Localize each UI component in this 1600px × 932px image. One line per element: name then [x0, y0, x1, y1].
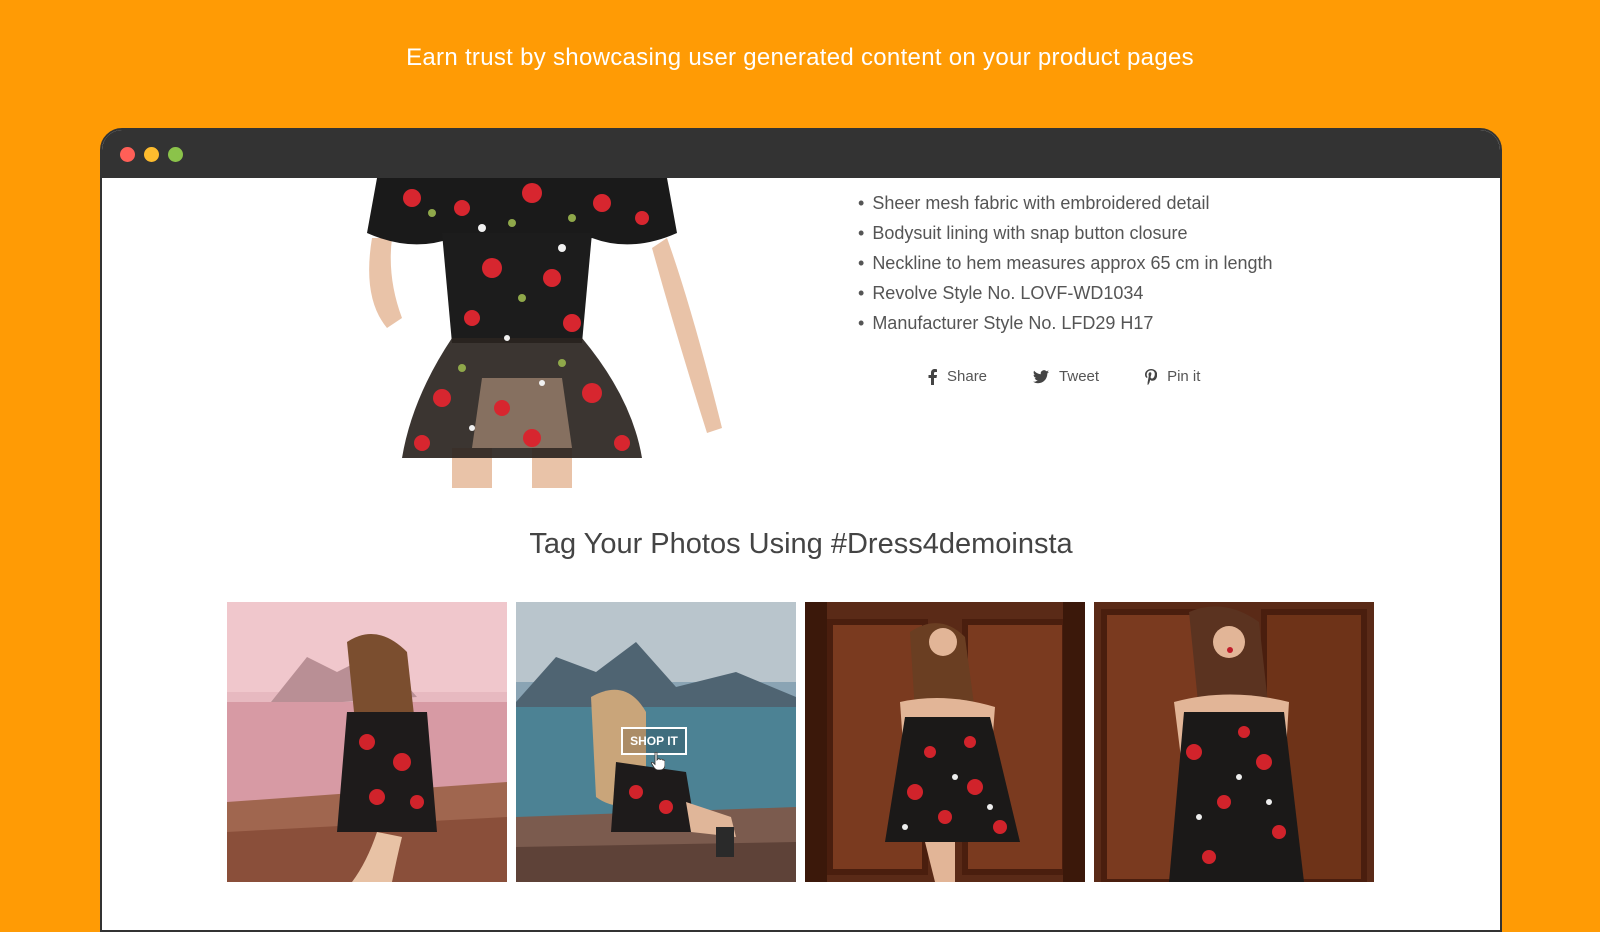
- ugc-gallery: SHOP IT: [227, 602, 1383, 882]
- detail-item: Sheer mesh fabric with embroidered detai…: [858, 188, 1273, 218]
- photo-image: [227, 602, 507, 882]
- social-share-row: Share Tweet Pin it: [928, 368, 1246, 385]
- facebook-icon: [928, 368, 937, 385]
- gallery-photo[interactable]: [227, 602, 507, 882]
- headline: Earn trust by showcasing user generated …: [406, 44, 1194, 71]
- gallery-photo[interactable]: [1094, 602, 1374, 882]
- browser-window: Sheer mesh fabric with embroidered detai…: [100, 128, 1502, 932]
- close-window-button[interactable]: [120, 146, 135, 162]
- share-twitter-button[interactable]: Tweet: [1033, 368, 1099, 385]
- product-image: [332, 178, 722, 488]
- gallery-title: Tag Your Photos Using #Dress4demoinsta: [529, 528, 1073, 560]
- detail-item: Bodysuit lining with snap button closure: [858, 218, 1273, 248]
- minimize-window-button[interactable]: [144, 146, 159, 162]
- page-content: Sheer mesh fabric with embroidered detai…: [102, 178, 1500, 930]
- detail-item: Revolve Style No. LOVF-WD1034: [858, 278, 1273, 308]
- twitter-icon: [1033, 369, 1050, 384]
- pinterest-icon: [1145, 368, 1158, 385]
- detail-item: Manufacturer Style No. LFD29 H17: [858, 308, 1273, 338]
- product-details-list: Sheer mesh fabric with embroidered detai…: [858, 188, 1273, 338]
- share-label: Pin it: [1167, 368, 1201, 385]
- photo-image: [805, 602, 1085, 882]
- share-label: Share: [947, 368, 988, 385]
- pointer-cursor-icon: [651, 752, 665, 770]
- detail-item: Neckline to hem measures approx 65 cm in…: [858, 248, 1272, 278]
- photo-image: [1094, 602, 1374, 882]
- shop-it-button[interactable]: SHOP IT: [621, 727, 687, 755]
- maximize-window-button[interactable]: [168, 146, 183, 162]
- share-label: Tweet: [1059, 368, 1100, 385]
- window-titlebar: [102, 130, 1500, 178]
- gallery-photo[interactable]: [805, 602, 1085, 882]
- gallery-photo[interactable]: SHOP IT: [516, 602, 796, 882]
- share-pinterest-button[interactable]: Pin it: [1145, 368, 1200, 385]
- share-facebook-button[interactable]: Share: [928, 368, 987, 385]
